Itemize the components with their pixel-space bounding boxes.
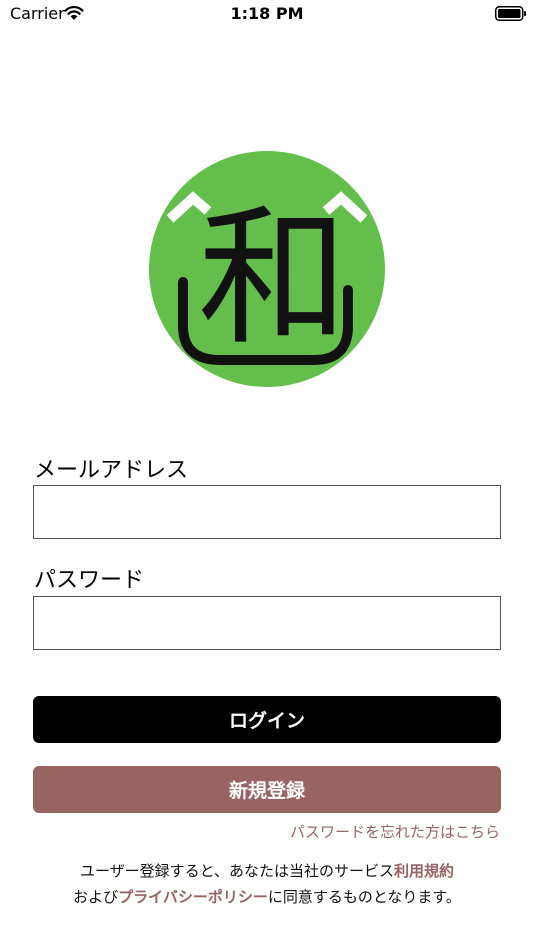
- terms-notice: ユーザー登録すると、あなたは当社のサービス利用規約 およびプライバシーポリシーに…: [0, 858, 534, 910]
- status-bar: Carrier 1:18 PM: [0, 0, 534, 28]
- terms-line-1: ユーザー登録すると、あなたは当社のサービス利用規約: [0, 858, 534, 884]
- terms-line2-prefix: および: [73, 888, 119, 906]
- register-button[interactable]: 新規登録: [33, 766, 501, 813]
- forgot-password-link[interactable]: パスワードを忘れた方はこちら: [290, 821, 500, 842]
- logo-glyph: 和: [198, 192, 348, 366]
- email-field[interactable]: [33, 485, 501, 539]
- password-field[interactable]: [33, 596, 501, 650]
- privacy-policy-link[interactable]: プライバシーポリシー: [118, 888, 268, 906]
- battery-icon: [495, 6, 526, 21]
- app-logo: 和: [149, 151, 385, 387]
- login-button[interactable]: ログイン: [33, 696, 501, 743]
- password-label: パスワード: [34, 568, 145, 593]
- email-label: メールアドレス: [34, 458, 189, 483]
- status-time: 1:18 PM: [230, 4, 304, 23]
- terms-line1-prefix: ユーザー登録すると、あなたは当社のサービス: [79, 862, 395, 880]
- terms-of-service-link[interactable]: 利用規約: [394, 862, 454, 880]
- terms-line-2: およびプライバシーポリシーに同意するものとなります。: [0, 884, 534, 910]
- terms-line2-suffix: に同意するものとなります。: [267, 888, 461, 906]
